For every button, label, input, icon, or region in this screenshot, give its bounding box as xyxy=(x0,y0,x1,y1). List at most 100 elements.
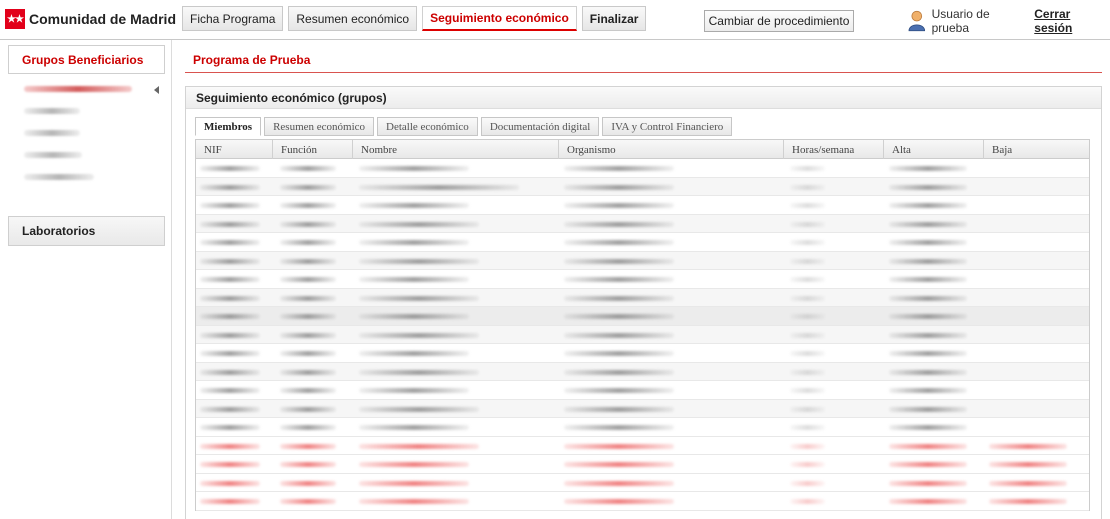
redacted-cell xyxy=(359,480,469,486)
sidebar-item[interactable] xyxy=(8,124,165,146)
redacted-cell xyxy=(790,425,825,430)
table-row[interactable] xyxy=(196,418,1089,437)
redacted-cell xyxy=(200,425,260,430)
redacted-cell xyxy=(564,369,674,375)
table-row[interactable] xyxy=(196,307,1089,326)
redacted-cell xyxy=(200,258,260,264)
redacted-cell xyxy=(889,462,967,467)
redacted-cell xyxy=(200,221,260,227)
table-row[interactable] xyxy=(196,492,1089,511)
subtab-detalle-economico[interactable]: Detalle económico xyxy=(377,117,478,136)
column-header-organismo[interactable]: Organismo xyxy=(559,140,784,160)
redacted-cell xyxy=(790,369,825,375)
redacted-cell xyxy=(200,277,260,282)
redacted-cell xyxy=(359,184,519,190)
redacted-cell xyxy=(359,314,469,319)
sidebar-item[interactable] xyxy=(8,146,165,168)
redacted-cell xyxy=(359,425,469,430)
redacted-cell xyxy=(889,277,967,282)
subtab-iva-control-financiero[interactable]: IVA y Control Financiero xyxy=(602,117,733,136)
column-header-nif[interactable]: NIF xyxy=(196,140,273,160)
redacted-cell xyxy=(889,425,967,430)
column-header-nombre[interactable]: Nombre xyxy=(353,140,559,160)
table-row[interactable] xyxy=(196,196,1089,215)
tab-seguimiento-economico[interactable]: Seguimiento económico xyxy=(422,6,577,31)
table-row[interactable] xyxy=(196,233,1089,252)
redacted-cell xyxy=(564,277,674,282)
user-area: Usuario de prueba Cerrar sesión xyxy=(908,7,1110,35)
table-row[interactable] xyxy=(196,473,1089,492)
table-row[interactable] xyxy=(196,214,1089,233)
redacted-cell xyxy=(564,332,674,338)
table-row[interactable] xyxy=(196,362,1089,381)
table-row[interactable] xyxy=(196,344,1089,363)
logout-link[interactable]: Cerrar sesión xyxy=(1034,7,1110,35)
redacted-cell xyxy=(200,499,260,504)
main-nav: Ficha Programa Resumen económico Seguimi… xyxy=(182,6,647,31)
redacted-cell xyxy=(280,240,336,245)
redacted-cell xyxy=(200,480,260,486)
redacted-cell xyxy=(280,462,336,467)
redacted-cell xyxy=(889,166,967,171)
logo[interactable]: ★★ Comunidad de Madrid xyxy=(5,8,176,30)
sidebar-group-list xyxy=(8,74,165,180)
subtab-miembros[interactable]: Miembros xyxy=(195,117,262,136)
redacted-cell xyxy=(564,221,674,227)
sidebar-item[interactable] xyxy=(8,168,165,190)
redacted-cell xyxy=(564,462,674,467)
members-table: NIF Función Nombre Organismo Horas/seman… xyxy=(195,139,1090,511)
redacted-cell xyxy=(790,203,825,208)
redacted-cell xyxy=(564,258,674,264)
arrow-left-icon xyxy=(154,86,159,94)
change-procedure-button[interactable]: Cambiar de procedimiento xyxy=(704,10,854,32)
column-header-baja[interactable]: Baja xyxy=(984,140,1090,160)
redacted-cell xyxy=(280,184,336,190)
table-row[interactable] xyxy=(196,159,1089,178)
subtab-documentacion-digital[interactable]: Documentación digital xyxy=(480,117,600,136)
tab-finalizar[interactable]: Finalizar xyxy=(581,6,647,31)
table-row[interactable] xyxy=(196,455,1089,474)
redacted-cell xyxy=(280,166,336,171)
redacted-cell xyxy=(359,295,479,301)
sidebar-group-laboratorios[interactable]: Laboratorios xyxy=(8,216,165,246)
table-body xyxy=(195,159,1090,511)
redacted-cell xyxy=(200,443,260,449)
sidebar-item[interactable] xyxy=(8,80,165,102)
redacted-cell xyxy=(889,295,967,301)
tab-ficha-programa[interactable]: Ficha Programa xyxy=(182,6,284,31)
redacted-cell xyxy=(280,406,336,412)
redacted-cell xyxy=(564,240,674,245)
subtab-resumen-economico[interactable]: Resumen económico xyxy=(264,117,375,136)
table-row[interactable] xyxy=(196,288,1089,307)
column-header-funcion[interactable]: Función xyxy=(273,140,353,160)
tab-resumen-economico[interactable]: Resumen económico xyxy=(288,6,418,31)
column-header-horas-semana[interactable]: Horas/semana xyxy=(784,140,884,160)
logo-text: Comunidad de Madrid xyxy=(29,11,176,27)
redacted-cell xyxy=(989,499,1067,504)
redacted-cell xyxy=(790,462,825,467)
top-bar: ★★ Comunidad de Madrid Ficha Programa Re… xyxy=(0,0,1110,40)
sidebar-group-grupos-beneficiarios[interactable]: Grupos Beneficiarios xyxy=(8,45,165,74)
table-row[interactable] xyxy=(196,177,1089,196)
table-header: NIF Función Nombre Organismo Horas/seman… xyxy=(195,139,1090,160)
redacted-cell xyxy=(359,203,469,208)
redacted-cell xyxy=(790,166,825,171)
table-row[interactable] xyxy=(196,270,1089,289)
redacted-cell xyxy=(564,406,674,412)
table-row[interactable] xyxy=(196,399,1089,418)
sidebar-item[interactable] xyxy=(8,102,165,124)
redacted-cell xyxy=(564,425,674,430)
redacted-cell xyxy=(280,480,336,486)
table-row[interactable] xyxy=(196,325,1089,344)
redacted-cell xyxy=(564,480,674,486)
redacted-cell xyxy=(564,295,674,301)
table-row[interactable] xyxy=(196,381,1089,400)
table-row[interactable] xyxy=(196,436,1089,455)
column-header-alta[interactable]: Alta xyxy=(884,140,984,160)
panel-title: Seguimiento económico (grupos) xyxy=(186,87,1101,109)
subtabs: Miembros Resumen económico Detalle econó… xyxy=(195,117,733,136)
redacted-cell xyxy=(280,221,336,227)
redacted-cell xyxy=(280,369,336,375)
table-row[interactable] xyxy=(196,251,1089,270)
redacted-cell xyxy=(200,351,260,356)
